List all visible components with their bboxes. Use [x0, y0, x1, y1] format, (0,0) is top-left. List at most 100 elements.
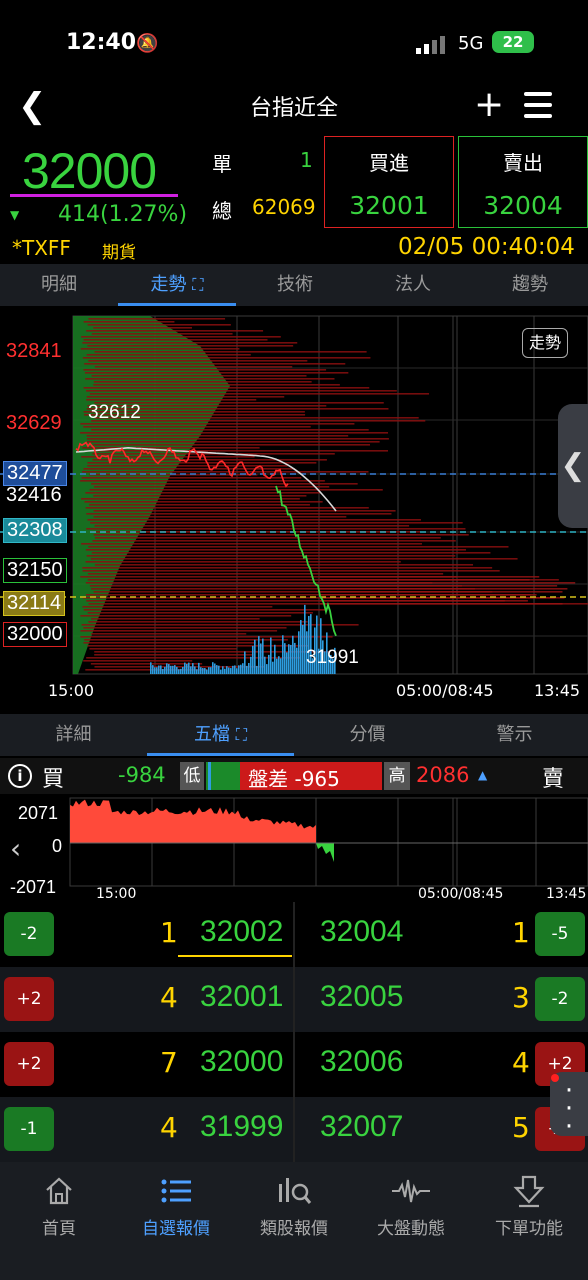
high-annotation: 32612 — [88, 402, 141, 423]
trend-mode-button[interactable]: 走勢 — [522, 328, 568, 358]
nav-market-label: 大盤動態 — [377, 1219, 445, 1239]
bid-quantity: 4 — [160, 1111, 178, 1144]
x-label-start: 15:00 — [48, 681, 95, 700]
nav-home[interactable]: 首頁 — [0, 1172, 118, 1239]
x-label-end: 13:45 — [534, 681, 581, 700]
y-label-32416: 32416 — [6, 484, 62, 506]
tab-details[interactable]: 詳細 — [0, 714, 147, 756]
bottom-nav: 首頁 自選報價 類股報價 大盤動態 下單功能 — [0, 1162, 588, 1280]
hamburger-menu-icon[interactable] — [524, 92, 552, 118]
bid-highlight-underline — [178, 955, 292, 957]
mini-y-top: 2071 — [18, 803, 59, 823]
mini-y-zero: 0 — [52, 836, 63, 856]
detail-tabs: 詳細 五檔 ⛶ 分價 警示 — [0, 714, 588, 756]
bid-price: 32002 — [200, 915, 284, 948]
order-icon — [470, 1172, 588, 1210]
chart-search-icon — [235, 1172, 353, 1210]
chart-tabs: 明細 走勢 ⛶ 技術 法人 趨勢 — [0, 264, 588, 306]
low-annotation: 31991 — [306, 647, 359, 668]
tab-trend[interactable]: 走勢 ⛶ — [118, 264, 236, 306]
y-label-32629: 32629 — [6, 412, 62, 434]
ask-quantity: 4 — [512, 1046, 530, 1079]
bell-muted-icon: 🔕 — [136, 33, 159, 54]
down-triangle-icon: ▼ — [10, 208, 20, 222]
tab-detail[interactable]: 明細 — [0, 264, 118, 306]
sell-label: 賣出 — [503, 151, 543, 175]
side-panel-handle[interactable]: ❮ — [558, 404, 588, 528]
tab-alert[interactable]: 警示 — [441, 714, 588, 756]
nav-order-label: 下單功能 — [495, 1219, 563, 1239]
y-label-32114: 32114 — [3, 591, 66, 616]
nav-watchlist-label: 自選報價 — [142, 1219, 210, 1239]
last-price: 32000 — [22, 143, 157, 199]
ask-price: 32007 — [320, 1110, 404, 1143]
total-volume-value: 62069 — [252, 195, 316, 219]
network-type: 5G — [458, 33, 484, 54]
buy-button[interactable]: 買進 32001 — [324, 136, 454, 228]
info-icon[interactable]: i — [8, 764, 32, 788]
single-volume-value: 1 — [300, 148, 313, 172]
buy-side-label: 買 — [42, 767, 65, 792]
spread-high-value: 2086 — [416, 763, 470, 787]
price-underline — [10, 194, 178, 197]
signal-icon — [416, 36, 445, 54]
home-icon — [0, 1172, 118, 1210]
list-icon — [117, 1172, 235, 1210]
notification-dot — [551, 1074, 559, 1082]
bid-price: 31999 — [200, 1110, 284, 1143]
bid-change-badge: -2 — [4, 912, 54, 956]
mini-y-bottom: -2071 — [10, 877, 57, 897]
price-change: 414(1.27%) — [58, 202, 188, 227]
ask-price: 32005 — [320, 980, 404, 1013]
trend-chart[interactable]: 32612 31991 — [0, 306, 588, 706]
tab-institutional[interactable]: 法人 — [354, 264, 472, 306]
buy-label: 買進 — [369, 151, 409, 175]
nav-watchlist[interactable]: 自選報價 — [117, 1172, 235, 1239]
tab-trend-label: 走勢 — [150, 274, 187, 295]
mini-x-start: 15:00 — [96, 886, 137, 902]
chevron-left-icon[interactable]: ‹ — [10, 832, 21, 865]
order-book-divider — [293, 902, 295, 1162]
expand-icon: ⛶ — [235, 725, 247, 744]
plus-icon[interactable]: + — [474, 84, 504, 126]
nav-sector-label: 類股報價 — [260, 1219, 328, 1239]
pulse-icon — [352, 1172, 470, 1210]
spread-high-label: 高 — [384, 762, 410, 790]
total-volume-label: 總 — [212, 199, 232, 223]
mini-x-end: 13:45 — [546, 886, 587, 902]
ask-quantity: 1 — [512, 916, 530, 949]
bid-price: 32000 — [200, 1045, 284, 1078]
spread-low-label: 低 — [180, 762, 204, 790]
status-time: 12:40 — [66, 30, 137, 55]
tab-tendency[interactable]: 趨勢 — [472, 264, 588, 306]
tab-price-dist[interactable]: 分價 — [294, 714, 441, 756]
ask-quantity: 3 — [512, 981, 530, 1014]
sell-side-label: 賣 — [542, 767, 565, 792]
tab-underline — [147, 753, 294, 756]
mini-x-mid: 05:00/08:45 — [418, 886, 504, 902]
bid-quantity: 1 — [160, 916, 178, 949]
tab-five-levels[interactable]: 五檔 ⛶ — [147, 714, 294, 756]
quote-datetime: 02/05 00:40:04 — [398, 234, 575, 260]
spread-mini-chart — [69, 797, 588, 887]
tab-five-levels-label: 五檔 — [194, 724, 231, 745]
bid-change-badge: +2 — [4, 977, 54, 1021]
y-label-32000: 32000 — [3, 622, 67, 647]
nav-sector[interactable]: 類股報價 — [235, 1172, 353, 1239]
y-label-32150: 32150 — [3, 558, 67, 583]
nav-market[interactable]: 大盤動態 — [352, 1172, 470, 1239]
y-label-32477: 32477 — [3, 461, 67, 486]
bid-quantity: 4 — [160, 981, 178, 1014]
y-label-32308: 32308 — [3, 518, 67, 543]
spread-low-value: -984 — [118, 763, 166, 787]
tab-technical[interactable]: 技術 — [236, 264, 354, 306]
up-triangle-icon: ▲ — [478, 768, 488, 782]
ask-price: 32004 — [320, 915, 404, 948]
sell-button[interactable]: 賣出 32004 — [458, 136, 588, 228]
expand-icon: ⛶ — [192, 275, 204, 294]
nav-order[interactable]: 下單功能 — [470, 1172, 588, 1239]
x-label-mid: 05:00/08:45 — [396, 681, 494, 700]
y-label-32841: 32841 — [6, 340, 62, 362]
ask-change-badge: -5 — [535, 912, 585, 956]
buy-price: 32001 — [349, 191, 429, 220]
